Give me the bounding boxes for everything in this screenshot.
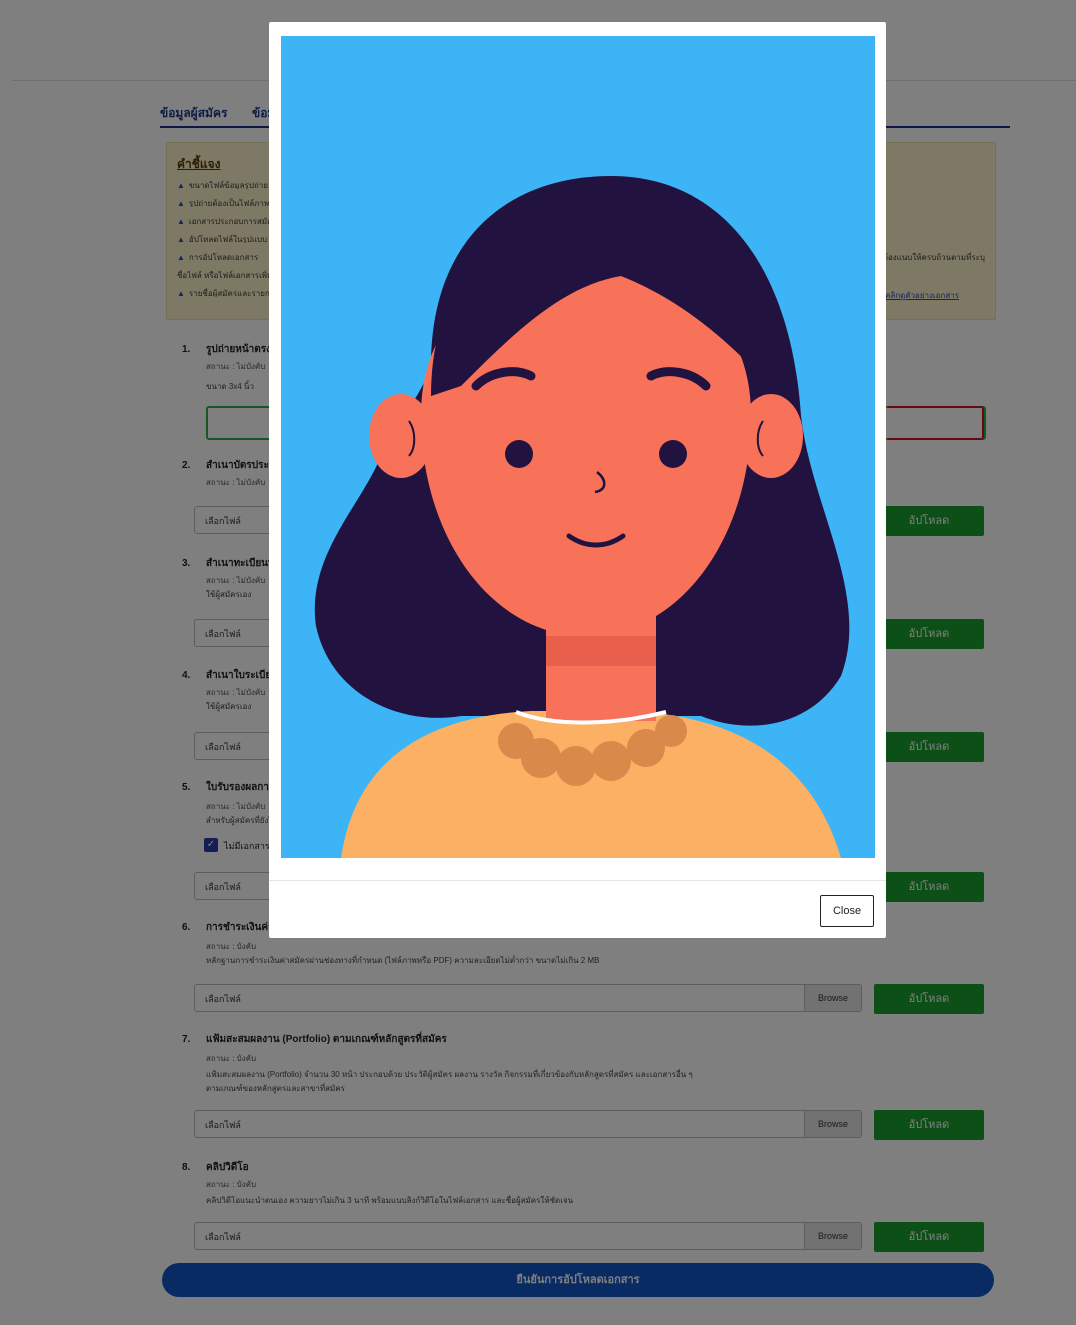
image-preview-modal [269, 22, 886, 938]
portrait-image [281, 36, 875, 858]
modal-footer [269, 880, 886, 939]
close-button[interactable]: Close [820, 895, 874, 927]
